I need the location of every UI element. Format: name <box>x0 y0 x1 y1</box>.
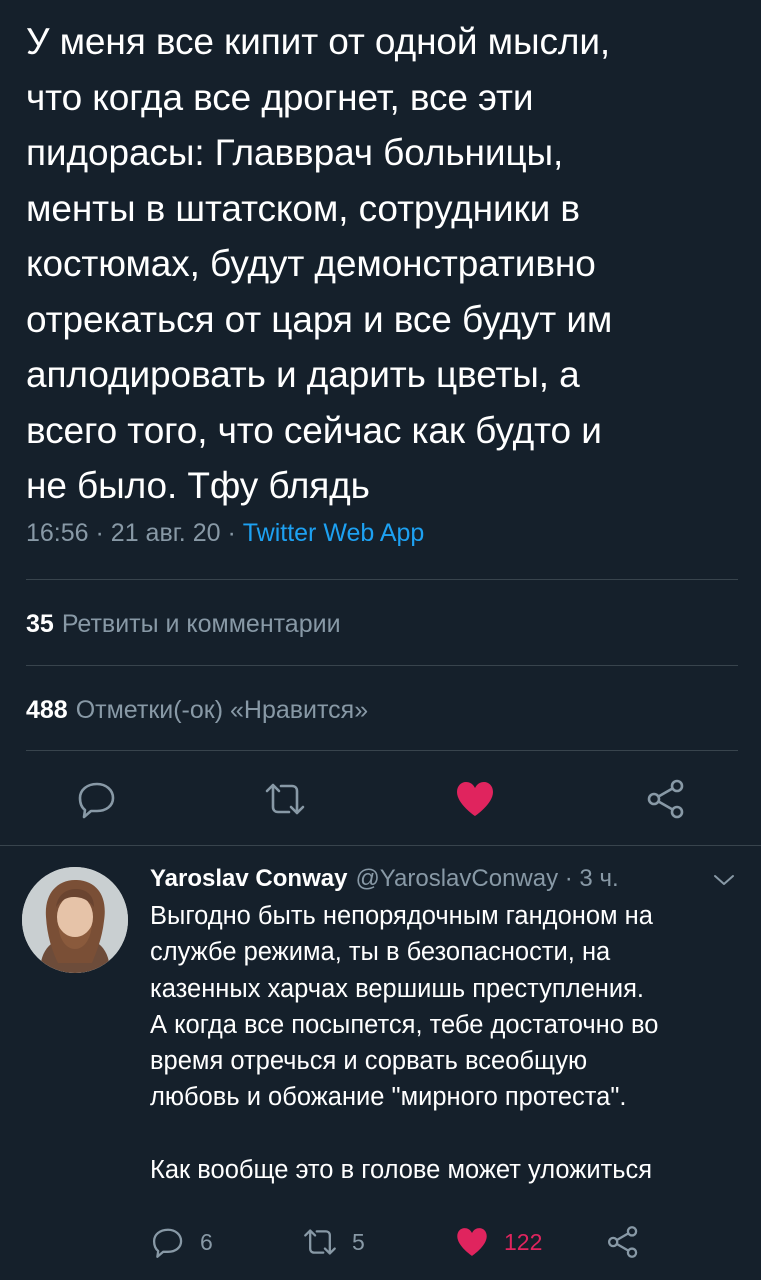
tweet-text-line: всего того, что сейчас как будто и <box>26 409 602 451</box>
tweet-metadata: 16:56 · 21 авг. 20 · Twitter Web App <box>26 519 424 548</box>
retweet-icon <box>304 1229 336 1255</box>
tweet-time[interactable]: 16:56 <box>26 519 89 547</box>
avatar[interactable] <box>22 867 128 973</box>
tweet-text-line: не было. Тфу блядь <box>26 465 370 506</box>
avatar-image <box>22 867 128 973</box>
reply-author-handle[interactable]: @YaroslavConway · 3 ч. <box>355 865 618 892</box>
reply-text-line <box>150 1116 750 1152</box>
like-count: 122 <box>504 1228 543 1255</box>
reply-button[interactable] <box>75 777 119 821</box>
reply-like-button[interactable]: 122 <box>454 1222 542 1262</box>
retweet-button[interactable] <box>263 777 307 821</box>
reply-text-line: любовь и обожание "мирного протеста". <box>150 1083 627 1112</box>
reply-share-button[interactable] <box>605 1222 641 1262</box>
retweets-label: Ретвиты и комментарии <box>61 610 341 638</box>
reply-text-line: казенных харчах вершишь преступления. <box>150 974 644 1003</box>
tweet-text-line: менты в штатском, сотрудники в <box>26 187 580 229</box>
tweet-text-line: аплодировать и дарить цветы, а <box>26 354 580 395</box>
meta-separator: · <box>227 519 236 547</box>
reply-text-line: Выгодно быть непорядочным гандоном на <box>150 902 653 930</box>
reply-icon <box>78 782 115 819</box>
chevron-down-icon[interactable] <box>712 872 736 888</box>
divider <box>26 579 738 580</box>
retweets-stat[interactable]: 35 Ретвиты и комментарии <box>26 610 341 639</box>
reply-reply-button[interactable]: 6 <box>150 1222 213 1262</box>
reply-text-line: время отречься и сорвать всеобщую <box>150 1047 588 1076</box>
like-button[interactable] <box>453 777 497 821</box>
likes-label: Отметки(-ок) «Нравится» <box>75 696 369 724</box>
tweet-text-line: отрекаться от царя и все будут им <box>26 298 613 340</box>
reply-retweet-button[interactable]: 5 <box>302 1222 365 1262</box>
reply-author-name[interactable]: Yaroslav Conway <box>150 865 347 892</box>
divider <box>26 665 738 666</box>
tweet-text-line: У меня все кипит от одной мысли, <box>26 21 611 62</box>
reply-icon <box>152 1228 183 1258</box>
tweet-detail-screen: У меня все кипит от одной мысли, что ког… <box>0 0 761 1280</box>
like-icon <box>457 782 493 816</box>
reply-text-line: Как вообще это в голове может уложиться <box>150 1156 653 1185</box>
tweet-text-line: что когда все дрогнет, все эти <box>26 76 534 118</box>
likes-stat[interactable]: 488 Отметки(-ок) «Нравится» <box>26 696 368 725</box>
divider <box>0 845 761 846</box>
tweet-text-line: костюмах, будут демонстративно <box>26 243 596 284</box>
share-button[interactable] <box>644 777 688 821</box>
reply-text: Выгодно быть непорядочным гандоном на сл… <box>150 898 750 1188</box>
like-icon <box>457 1228 487 1256</box>
tweet-text-line: пидорасы: Главврач больницы, <box>26 132 564 173</box>
reply-header: Yaroslav Conway @YaroslavConway · 3 ч. <box>150 865 619 893</box>
tweet-source-link[interactable]: Twitter Web App <box>243 519 425 547</box>
tweet-text: У меня все кипит от одной мысли, что ког… <box>26 14 738 514</box>
reply-text-line: службе режима, ты в безопасности, на <box>150 938 611 967</box>
meta-separator: · <box>95 519 104 547</box>
reply-count: 6 <box>200 1228 213 1255</box>
share-icon <box>647 779 684 819</box>
share-icon <box>607 1226 638 1258</box>
divider <box>26 750 738 751</box>
reply-text-line: А когда все посыпется, тебе достаточно в… <box>150 1010 659 1039</box>
retweet-icon <box>265 783 305 815</box>
likes-count: 488 <box>26 696 68 724</box>
retweets-count: 35 <box>26 610 54 638</box>
tweet-date[interactable]: 21 авг. 20 <box>111 519 221 547</box>
retweet-count: 5 <box>352 1228 365 1255</box>
